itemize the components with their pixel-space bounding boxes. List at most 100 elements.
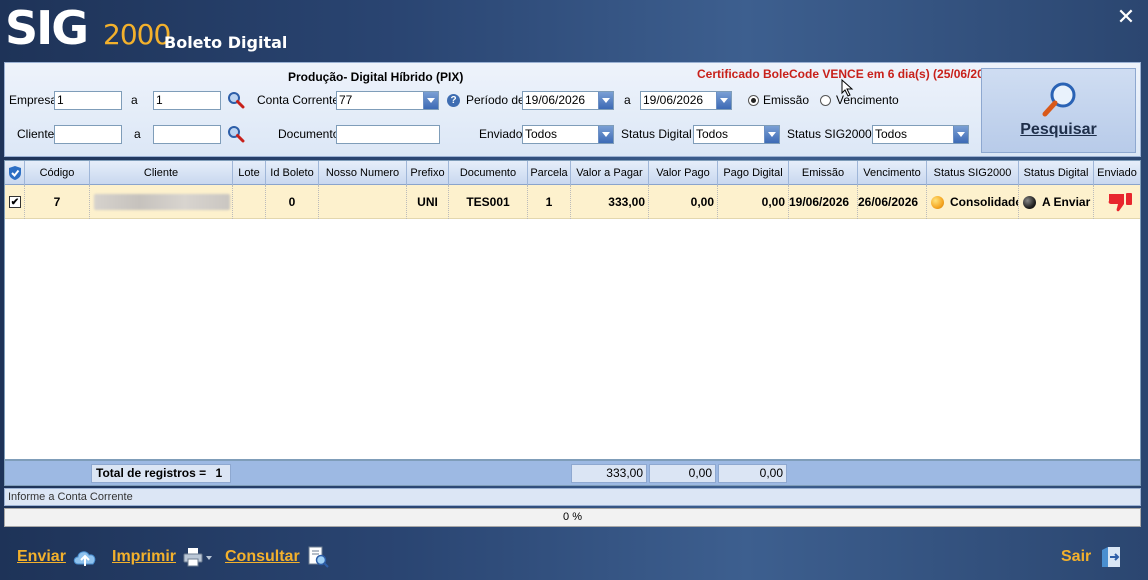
calendar-dropdown-icon[interactable]: [716, 92, 731, 109]
col-valor-pago[interactable]: Valor Pago: [649, 161, 718, 185]
cell-status-sig-text: Consolidado: [950, 195, 1019, 209]
consultar-button[interactable]: Consultar: [225, 546, 330, 568]
cell-status-digital-text: A Enviar: [1042, 195, 1091, 209]
progress-text: 0 %: [563, 511, 582, 523]
select-all-icon[interactable]: [5, 161, 25, 185]
empresa-to-input[interactable]: 1: [153, 91, 221, 110]
sair-button[interactable]: Sair: [1061, 546, 1124, 568]
cell-prefixo: UNI: [407, 185, 449, 219]
status-sig-value: Todos: [875, 127, 908, 141]
col-valor-pagar[interactable]: Valor a Pagar: [571, 161, 649, 185]
row-select-cell[interactable]: ✔: [5, 185, 25, 219]
col-parcela[interactable]: Parcela: [528, 161, 571, 185]
status-digital-dot-icon: [1023, 196, 1036, 209]
imprimir-button[interactable]: Imprimir: [112, 546, 214, 568]
cell-enviado: [1094, 185, 1140, 219]
redacted-text: [94, 194, 230, 210]
status-sig-select[interactable]: Todos: [872, 125, 969, 144]
enviado-label: Enviado: [479, 127, 523, 141]
cell-id-boleto: 0: [266, 185, 319, 219]
cell-status-sig: Consolidado: [927, 185, 1019, 219]
total-count: 1: [215, 466, 223, 480]
magnifier-icon: [1042, 82, 1076, 117]
emissao-label: Emissão: [763, 93, 810, 107]
cell-pago-digital: 0,00: [718, 185, 789, 219]
chevron-down-icon[interactable]: [598, 126, 613, 143]
col-prefixo[interactable]: Prefixo: [407, 161, 449, 185]
sum-valor-pagar: 333,00: [571, 464, 647, 483]
status-digital-select[interactable]: Todos: [693, 125, 780, 144]
cell-valor-pagar: 333,00: [571, 185, 649, 219]
cloud-upload-icon: [74, 551, 96, 566]
col-documento[interactable]: Documento: [449, 161, 528, 185]
status-digital-value: Todos: [696, 127, 729, 141]
cliente-search-icon[interactable]: [227, 125, 245, 143]
cell-codigo: 7: [25, 185, 90, 219]
cliente-from-input[interactable]: [54, 125, 122, 144]
cell-valor-pago: 0,00: [649, 185, 718, 219]
periodo-to-date[interactable]: 19/06/2026: [640, 91, 732, 110]
col-status-sig[interactable]: Status SIG2000: [927, 161, 1019, 185]
table-row[interactable]: ✔ 7 0 UNI TES001 1 333,00 0,00 0,00 19/0…: [5, 185, 1140, 219]
consultar-label: Consultar: [225, 548, 300, 566]
empresa-from-input[interactable]: 1: [54, 91, 122, 110]
col-pago-digital[interactable]: Pago Digital: [718, 161, 789, 185]
conta-corrente-label: Conta Corrente: [257, 93, 340, 107]
progress-bar: 0 %: [4, 508, 1141, 527]
documento-label: Documento: [278, 127, 340, 141]
exit-door-icon: [1101, 547, 1120, 567]
cliente-to-input[interactable]: [153, 125, 221, 144]
search-button[interactable]: Pesquisar: [981, 68, 1136, 153]
col-cliente[interactable]: Cliente: [90, 161, 233, 185]
app-logo-version: 2000: [103, 18, 171, 51]
col-vencimento[interactable]: Vencimento: [858, 161, 927, 185]
thumbs-down-icon[interactable]: [1107, 191, 1135, 213]
col-emissao[interactable]: Emissão: [789, 161, 858, 185]
cell-status-digital: A Enviar: [1019, 185, 1094, 219]
total-label: Total de registros =: [96, 466, 207, 480]
col-nosso-numero[interactable]: Nosso Numero: [319, 161, 407, 185]
status-message: Informe a Conta Corrente: [4, 488, 1141, 506]
periodo-from-date[interactable]: 19/06/2026: [522, 91, 614, 110]
col-status-digital[interactable]: Status Digital: [1019, 161, 1094, 185]
help-icon[interactable]: ?: [447, 94, 460, 107]
search-button-label: Pesquisar: [1020, 121, 1097, 138]
enviar-button[interactable]: Enviar: [17, 546, 98, 568]
col-enviado[interactable]: Enviado: [1094, 161, 1140, 185]
emissao-radio[interactable]: [748, 95, 759, 106]
vencimento-radio[interactable]: [820, 95, 831, 106]
empresa-search-icon[interactable]: [227, 91, 245, 109]
conta-corrente-select[interactable]: 77: [336, 91, 439, 110]
enviado-select[interactable]: Todos: [522, 125, 614, 144]
cell-emissao: 19/06/2026: [789, 185, 858, 219]
certificate-notice: Certificado BoleCode VENCE em 6 dia(s) (…: [697, 67, 981, 81]
col-lote[interactable]: Lote: [233, 161, 266, 185]
sum-pago-digital: 0,00: [718, 464, 787, 483]
col-codigo[interactable]: Código: [25, 161, 90, 185]
chevron-down-icon[interactable]: [953, 126, 968, 143]
cliente-to-label: a: [134, 127, 141, 141]
printer-icon: [183, 548, 213, 567]
cell-cliente: [90, 185, 233, 219]
enviar-label: Enviar: [17, 548, 66, 566]
row-checkbox[interactable]: ✔: [9, 196, 21, 208]
col-id-boleto[interactable]: Id Boleto: [266, 161, 319, 185]
status-sig-dot-icon: [931, 196, 944, 209]
documento-input[interactable]: [336, 125, 440, 144]
chevron-down-icon[interactable]: [423, 92, 438, 109]
cell-vencimento: 26/06/2026: [858, 185, 927, 219]
mouse-cursor-icon: [841, 78, 855, 97]
cell-parcela: 1: [528, 185, 571, 219]
app-subtitle: Boleto Digital: [164, 33, 288, 52]
periodo-to-label: a: [624, 93, 631, 107]
status-sig-label: Status SIG2000: [787, 127, 872, 141]
chevron-down-icon[interactable]: [764, 126, 779, 143]
cell-nosso-numero: [319, 185, 407, 219]
close-icon[interactable]: ✕: [1113, 4, 1139, 30]
cliente-label: Cliente: [17, 127, 55, 141]
sair-label: Sair: [1061, 548, 1092, 566]
results-grid: Código Cliente Lote Id Boleto Nosso Nume…: [4, 160, 1141, 460]
status-digital-label: Status Digital: [621, 127, 692, 141]
calendar-dropdown-icon[interactable]: [598, 92, 613, 109]
periodo-from-value: 19/06/2026: [525, 93, 586, 107]
